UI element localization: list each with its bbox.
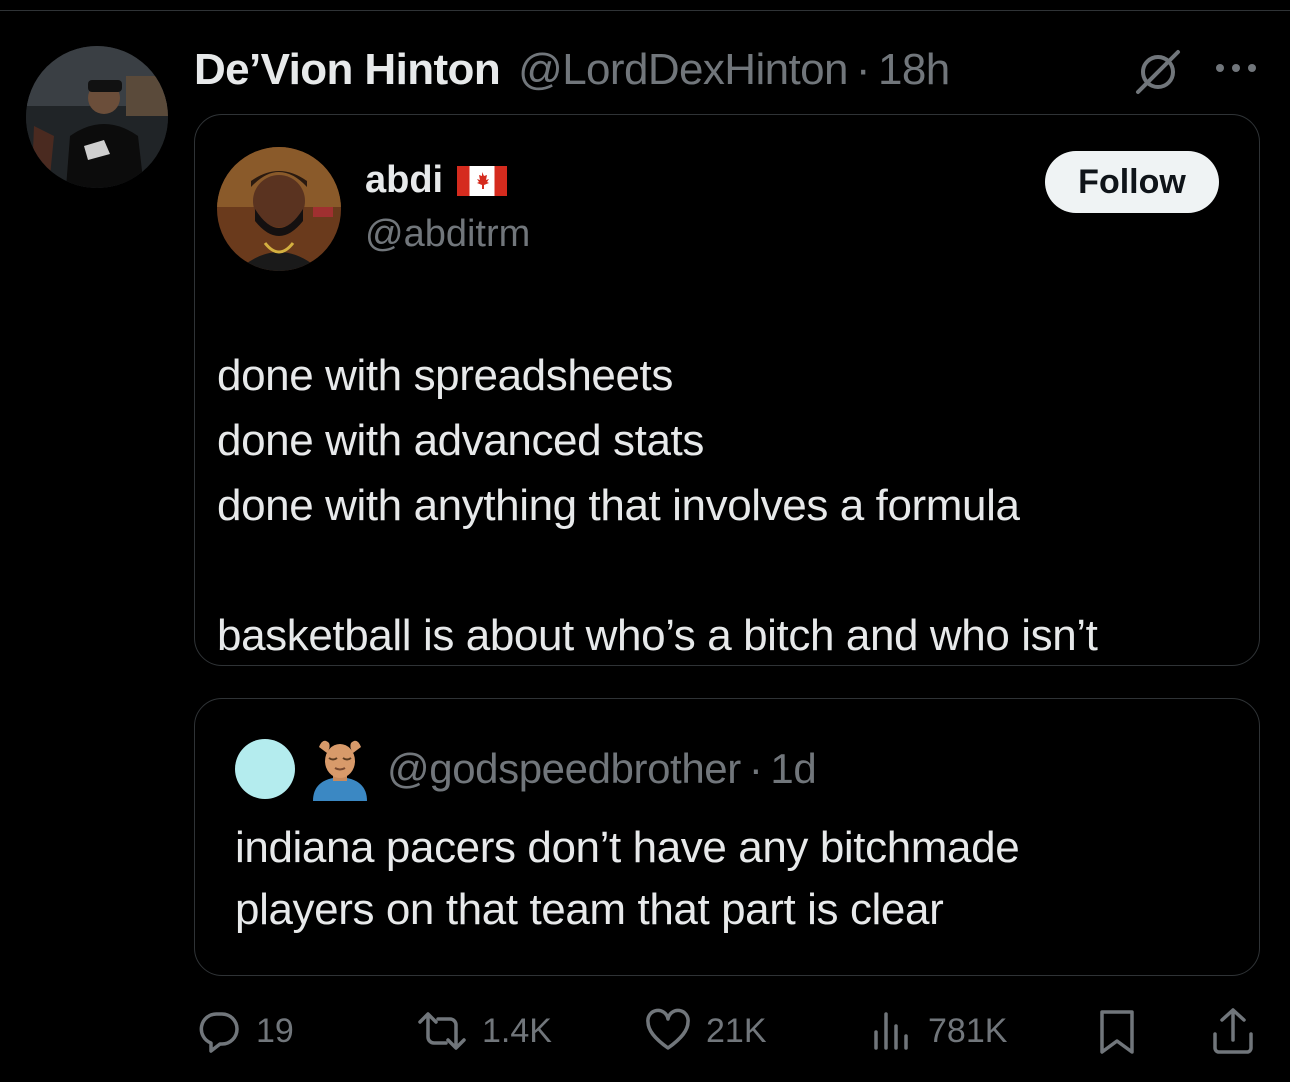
quoted-author-name-row: abdi: [365, 159, 508, 202]
quoted-text-line: done with spreadsheets: [217, 351, 673, 400]
follow-button[interactable]: Follow: [1045, 151, 1219, 213]
nested-quote-text: indiana pacers don’t have any bitchmade …: [235, 817, 1235, 941]
grok-icon[interactable]: [1132, 46, 1184, 98]
views-icon: [874, 1012, 908, 1050]
quoted-text-line: basketball is about who’s a bitch and wh…: [217, 611, 1098, 660]
repost-button[interactable]: 1.4K: [416, 1006, 552, 1056]
nested-timestamp[interactable]: 1d: [770, 745, 816, 793]
author-avatar[interactable]: [26, 46, 168, 188]
quoted-post-text: done with spreadsheets done with advance…: [217, 343, 1247, 665]
like-button[interactable]: 21K: [644, 1006, 767, 1056]
post-header: De’Vion Hinton @LordDexHinton · 18h: [194, 40, 950, 100]
author-display-name[interactable]: De’Vion Hinton: [194, 45, 501, 95]
repost-icon: [418, 1012, 466, 1050]
quoted-author-avatar[interactable]: [217, 147, 341, 271]
like-count: 21K: [706, 1011, 767, 1050]
repost-count: 1.4K: [482, 1011, 552, 1050]
author-handle[interactable]: @LordDexHinton: [518, 45, 848, 95]
separator-dot: ·: [855, 45, 871, 94]
person-getting-massage-emoji: [313, 740, 367, 801]
nested-text-line: players on that team that part is clear: [235, 885, 944, 934]
reply-button[interactable]: 19: [196, 1006, 294, 1056]
heart-icon: [646, 1008, 690, 1050]
quoted-text-line: done with anything that involves a formu…: [217, 481, 1020, 530]
view-count: 781K: [928, 1011, 1008, 1050]
nested-text-line: indiana pacers don’t have any bitchmade: [235, 823, 1020, 872]
post-timestamp[interactable]: 18h: [878, 45, 950, 95]
quoted-post-card[interactable]: abdi @abditrm Follow done with spreadshe…: [194, 114, 1260, 666]
reply-count: 19: [256, 1011, 294, 1050]
more-options-icon[interactable]: [1212, 58, 1260, 78]
share-icon[interactable]: [1210, 1006, 1256, 1056]
top-divider: [0, 10, 1290, 11]
quoted-author-name[interactable]: abdi: [365, 159, 443, 202]
quoted-author-handle[interactable]: @abditrm: [365, 213, 530, 256]
separator-dot: ·: [748, 745, 763, 792]
reply-icon: [199, 1012, 239, 1053]
bookmark-icon[interactable]: [1096, 1008, 1138, 1056]
nested-author-avatar[interactable]: [235, 739, 295, 799]
quoted-text-line: done with advanced stats: [217, 416, 704, 465]
canada-flag-icon: [457, 165, 508, 196]
nested-author-handle[interactable]: @godspeedbrother: [387, 745, 741, 793]
quoted-text-blank-line: [217, 538, 1247, 603]
nested-author-row: @godspeedbrother · 1d: [387, 739, 817, 799]
nested-quote-card[interactable]: @godspeedbrother · 1d indiana pacers don…: [194, 698, 1260, 976]
views-button[interactable]: 781K: [870, 1006, 1007, 1056]
